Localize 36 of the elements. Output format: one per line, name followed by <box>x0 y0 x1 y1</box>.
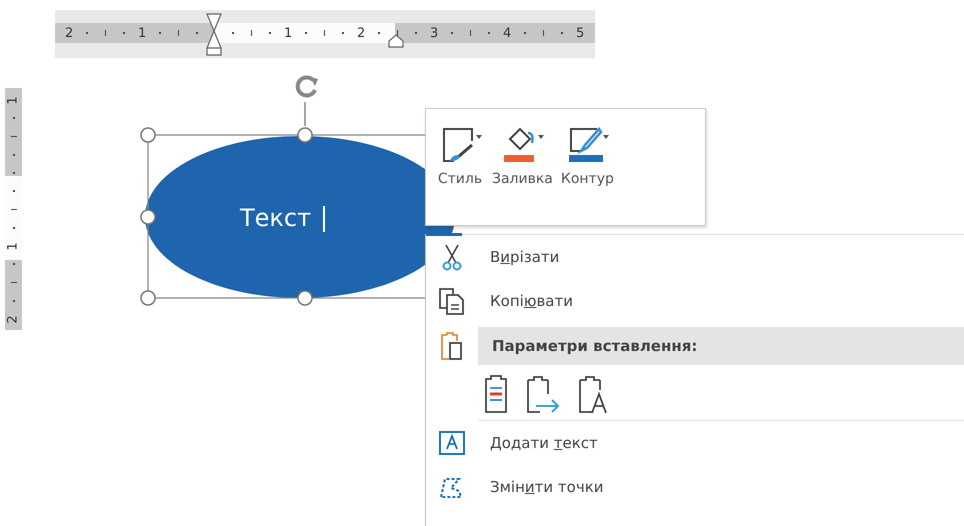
copy-icon <box>437 286 467 316</box>
indent-marker[interactable] <box>204 12 224 56</box>
toolbar-button[interactable]: Стиль <box>434 117 486 225</box>
toolbar-button[interactable]: Контур <box>558 117 616 225</box>
clipboard-icon <box>482 374 510 414</box>
menu-item[interactable]: Копіювати <box>426 279 964 323</box>
shape-text: Текст <box>240 203 312 233</box>
rotate-handle[interactable] <box>296 75 318 126</box>
ruler-number: 1 <box>7 96 20 104</box>
ruler-number: 1 <box>138 26 146 40</box>
text-cursor <box>322 206 324 232</box>
paste-option-button[interactable] <box>482 374 510 414</box>
ruler-number: 2 <box>356 26 366 40</box>
ruler-number: 4 <box>502 26 512 40</box>
ruler-number: 1 <box>7 242 20 250</box>
text-box-icon <box>437 429 467 457</box>
resize-handle[interactable] <box>140 290 156 306</box>
clipboard-icon <box>439 331 465 361</box>
menu-item[interactable]: Додати текст <box>426 421 964 465</box>
ruler-number: 2 <box>7 314 20 324</box>
resize-handle[interactable] <box>140 209 156 225</box>
resize-handle[interactable] <box>297 127 313 143</box>
clipboard-arrow-icon <box>524 374 562 414</box>
toolbar-button[interactable]: Заливка <box>490 117 555 225</box>
ruler-number: 1 <box>284 26 292 40</box>
menu-section-header: Параметри вставлення: <box>478 327 964 365</box>
menu-item[interactable]: Вирізати <box>426 235 964 279</box>
ruler-number: 3 <box>430 26 438 40</box>
resize-handle[interactable] <box>140 127 156 143</box>
resize-handle[interactable] <box>297 290 313 306</box>
ruler-number: 5 <box>576 26 584 40</box>
indent-marker[interactable] <box>388 34 404 48</box>
scissors-icon <box>442 243 462 271</box>
paste-option-button[interactable] <box>524 374 562 414</box>
ruler-number: 2 <box>64 26 74 40</box>
menu-item[interactable]: Змінити точки <box>426 465 964 509</box>
